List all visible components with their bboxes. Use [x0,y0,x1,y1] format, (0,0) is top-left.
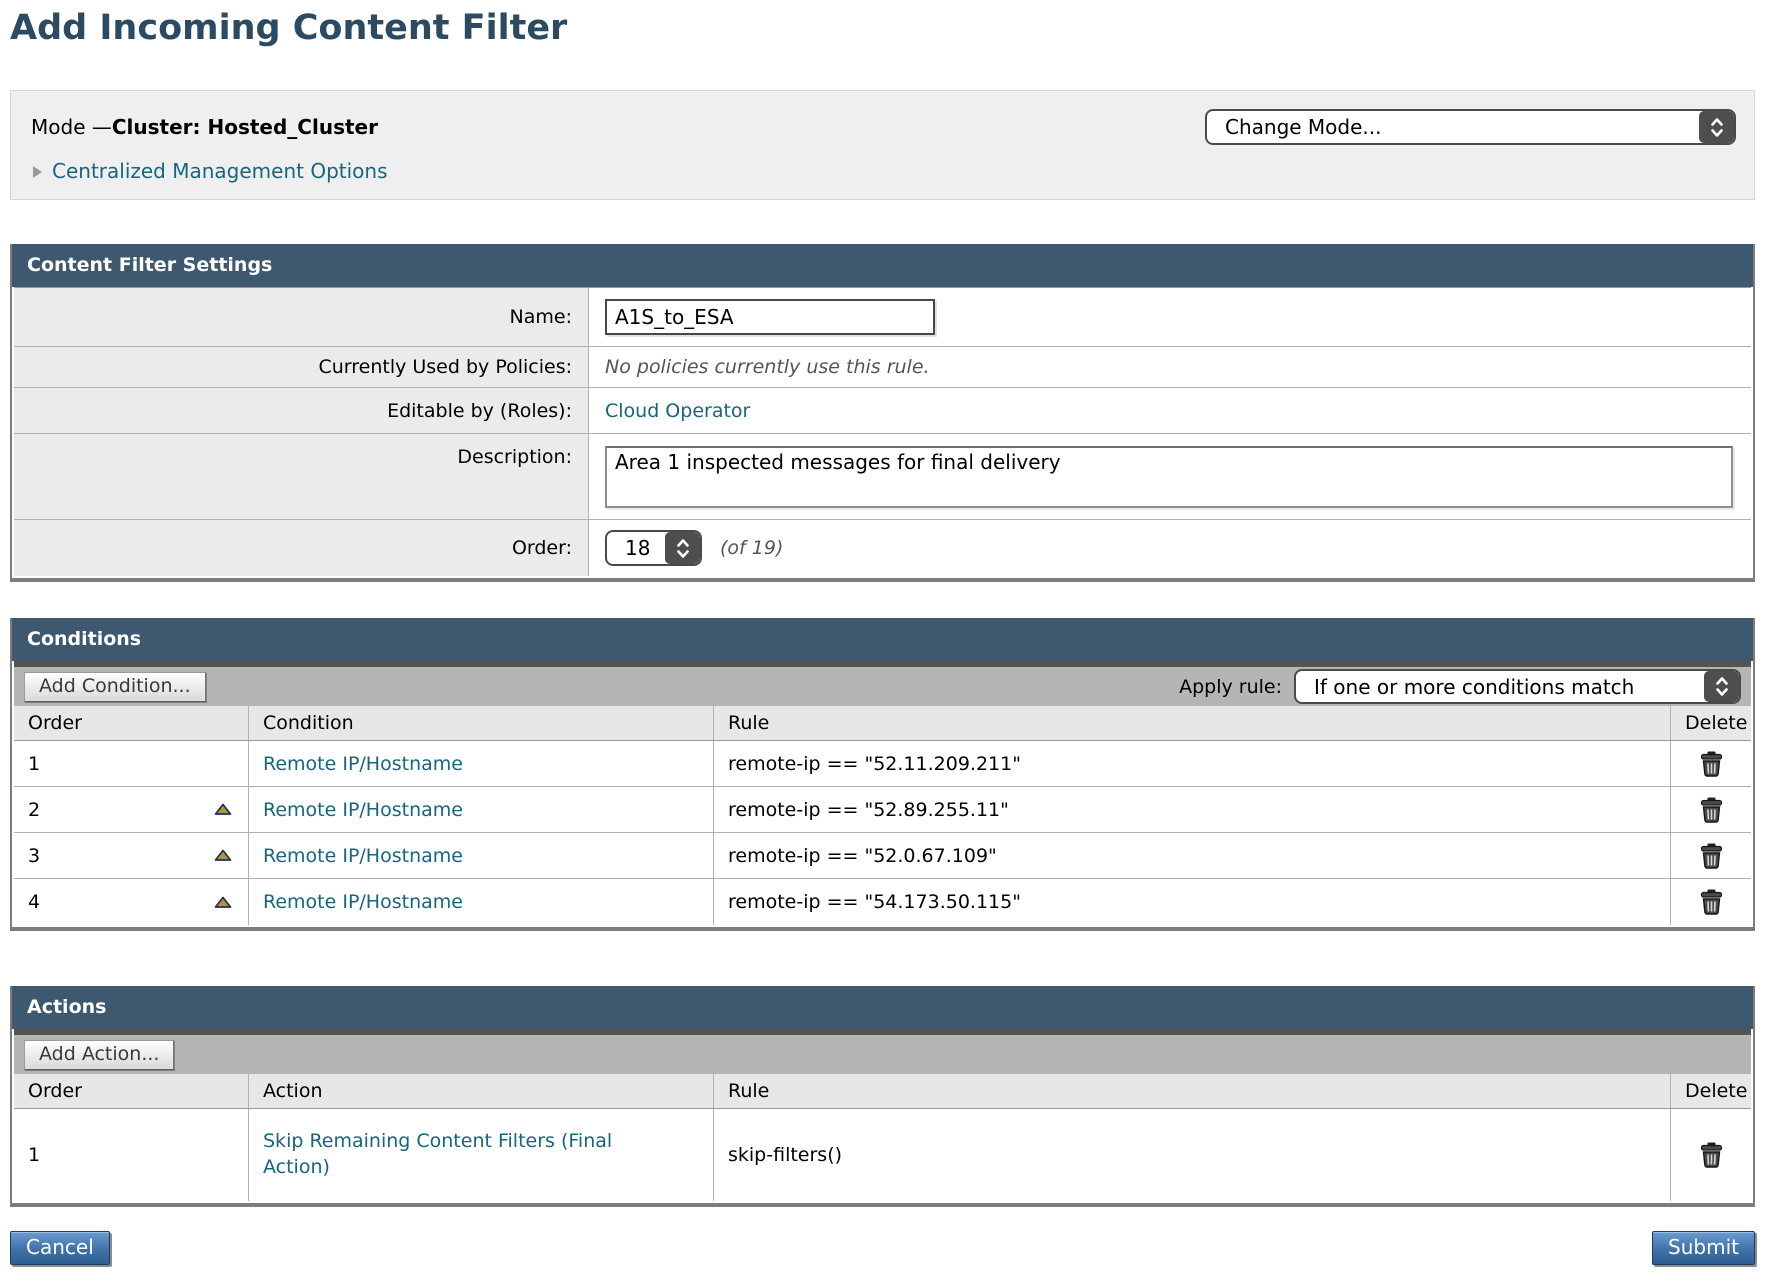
actions-toolbar: Add Action... [14,1029,1751,1074]
rule-column-header: Rule [714,1074,1671,1108]
mode-panel: Mode —Cluster: Hosted_Cluster Change Mod… [10,90,1755,200]
change-mode-selected-value: Change Mode... [1207,115,1396,139]
page: Add Incoming Content Filter Mode —Cluste… [0,0,1760,1265]
content-filter-settings-section: Content Filter Settings Name: Currently … [10,244,1755,582]
order-suffix: (of 19) [720,537,783,559]
condition-rule-text: remote-ip == "54.173.50.115" [714,879,1671,925]
order-select[interactable]: 18 [605,530,702,566]
delete-condition-button[interactable] [1700,751,1723,777]
action-table-row: 1 Skip Remaining Content Filters (Final … [14,1109,1751,1201]
order-column-header: Order [14,1074,249,1108]
triangle-up-icon [214,896,232,909]
name-input[interactable] [605,299,935,335]
move-up-icon[interactable] [214,849,232,862]
condition-rule-text: remote-ip == "52.11.209.211" [714,741,1671,786]
centralized-management-options-link[interactable]: Centralized Management Options [52,159,388,183]
actions-table-header: Order Action Rule Delete [14,1074,1751,1109]
action-link[interactable]: Skip Remaining Content Filters (Final Ac… [263,1129,633,1180]
condition-column-header: Condition [249,706,714,740]
description-label: Description: [14,434,589,519]
condition-rule-text: remote-ip == "52.89.255.11" [714,787,1671,832]
rule-column-header: Rule [714,706,1671,740]
cancel-button[interactable]: Cancel [10,1231,110,1265]
submit-button[interactable]: Submit [1652,1231,1755,1265]
policies-label: Currently Used by Policies: [14,347,589,387]
delete-column-header: Delete [1671,706,1751,740]
apply-rule-select[interactable]: If one or more conditions match [1294,669,1741,704]
delete-condition-button[interactable] [1700,889,1723,915]
conditions-section: Conditions Add Condition... Apply rule: … [10,618,1755,931]
trash-icon [1700,797,1723,823]
footer: Cancel Submit [10,1231,1755,1265]
up-down-chevrons-icon [1710,116,1724,139]
trash-icon [1700,1142,1723,1168]
conditions-table-body: 1 Remote IP/Hostname remote-ip == "52.11… [14,741,1751,925]
conditions-table-header: Order Condition Rule Delete [14,706,1751,741]
description-textarea[interactable]: Area 1 inspected messages for final deli… [605,446,1733,508]
order-label: Order: [14,520,589,576]
condition-table-row: 2 Remote IP/Hostname remote-ip == "52.89… [14,787,1751,833]
delete-condition-button[interactable] [1700,797,1723,823]
move-up-icon[interactable] [214,803,232,816]
select-spinner [1704,671,1739,702]
mode-text: Mode —Cluster: Hosted_Cluster [31,115,378,139]
page-title: Add Incoming Content Filter [10,8,1760,48]
name-label: Name: [14,288,589,346]
up-down-chevrons-icon [676,537,690,560]
add-condition-button[interactable]: Add Condition... [24,672,206,702]
mode-value: Cluster: Hosted_Cluster [112,115,378,139]
delete-action-button[interactable] [1700,1142,1723,1168]
settings-section-header: Content Filter Settings [12,244,1753,287]
select-spinner [665,532,700,564]
triangle-up-icon [214,803,232,816]
condition-table-row: 3 Remote IP/Hostname remote-ip == "52.0.… [14,833,1751,879]
delete-condition-button[interactable] [1700,843,1723,869]
order-column-header: Order [14,706,249,740]
order-selected-value: 18 [607,536,650,560]
delete-column-header: Delete [1671,1074,1751,1108]
condition-order-number: 1 [28,753,40,775]
actions-section: Actions Add Action... Order Action Rule … [10,986,1755,1207]
add-action-button[interactable]: Add Action... [24,1040,174,1070]
apply-rule-selected-value: If one or more conditions match [1296,675,1648,699]
condition-link[interactable]: Remote IP/Hostname [263,799,463,821]
condition-table-row: 1 Remote IP/Hostname remote-ip == "52.11… [14,741,1751,787]
condition-table-row: 4 Remote IP/Hostname remote-ip == "54.17… [14,879,1751,925]
action-rule-text: skip-filters() [714,1109,1671,1201]
move-up-icon[interactable] [214,896,232,909]
triangle-up-icon [214,849,232,862]
condition-link[interactable]: Remote IP/Hostname [263,845,463,867]
change-mode-select[interactable]: Change Mode... [1205,109,1736,145]
condition-order-number: 3 [28,845,40,867]
condition-link[interactable]: Remote IP/Hostname [263,753,463,775]
action-order-number: 1 [28,1144,40,1166]
condition-order-number: 2 [28,799,40,821]
policies-value: No policies currently use this rule. [605,356,930,378]
trash-icon [1700,751,1723,777]
up-down-chevrons-icon [1715,675,1729,698]
actions-section-header: Actions [12,986,1753,1029]
trash-icon [1700,889,1723,915]
roles-label: Editable by (Roles): [14,388,589,433]
condition-order-number: 4 [28,891,40,913]
select-spinner [1699,111,1734,143]
apply-rule-label: Apply rule: [1179,676,1282,698]
conditions-toolbar: Add Condition... Apply rule: If one or m… [14,661,1751,706]
condition-rule-text: remote-ip == "52.0.67.109" [714,833,1671,878]
conditions-section-header: Conditions [12,618,1753,661]
condition-link[interactable]: Remote IP/Hostname [263,891,463,913]
mode-label: Mode — [31,115,112,139]
action-column-header: Action [249,1074,714,1108]
trash-icon [1700,843,1723,869]
disclosure-triangle-icon[interactable] [33,166,42,178]
actions-table-body: 1 Skip Remaining Content Filters (Final … [14,1109,1751,1201]
settings-form: Name: Currently Used by Policies: No pol… [14,287,1751,576]
roles-link[interactable]: Cloud Operator [605,400,750,422]
